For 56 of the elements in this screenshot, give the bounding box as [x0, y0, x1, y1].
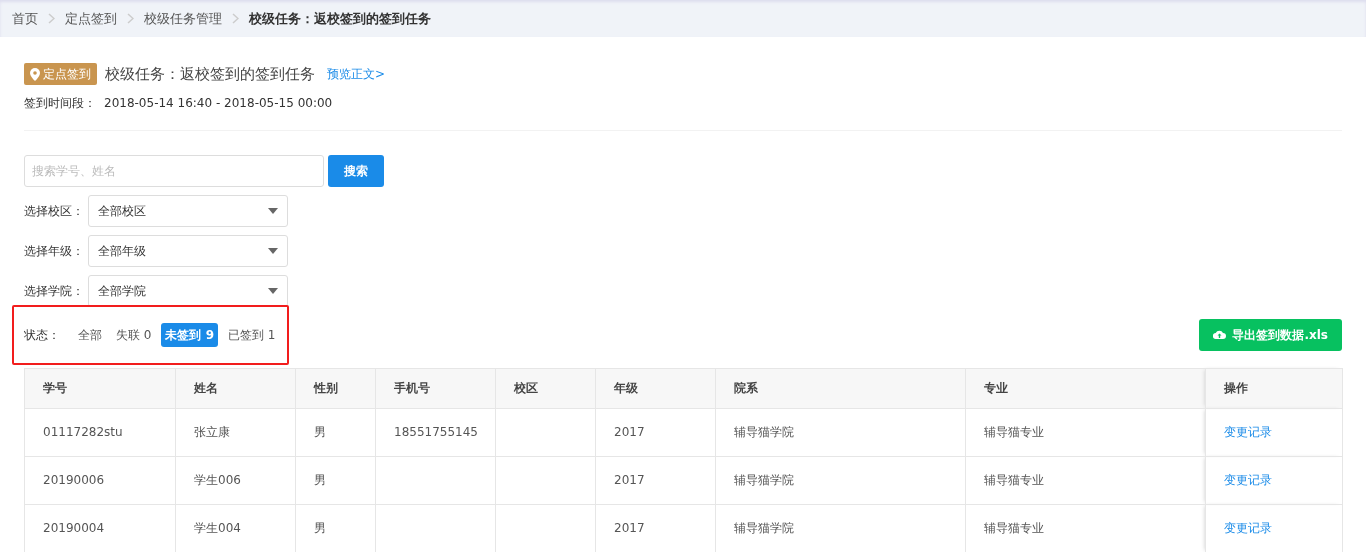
- task-type-tag: 定点签到: [24, 63, 97, 86]
- column-header: 年级: [595, 368, 716, 408]
- table-cell: 01117282stu: [24, 408, 176, 456]
- status-filter-tab[interactable]: 已签到 1: [224, 322, 280, 347]
- dropdown-caret-icon: [268, 287, 278, 294]
- filter-label: 选择年级：: [24, 242, 84, 260]
- change-log-link[interactable]: 变更记录: [1224, 425, 1272, 439]
- table-cell: 辅导猫学院: [715, 456, 966, 504]
- column-header: 姓名: [175, 368, 296, 408]
- time-value: 2018-05-14 16:40 - 2018-05-15 00:00: [104, 95, 333, 110]
- time-label: 签到时间段：: [24, 95, 96, 110]
- table-cell: 18551755145: [375, 408, 496, 456]
- status-label: 状态：: [24, 326, 60, 344]
- table-cell: 男: [295, 456, 376, 504]
- select-field[interactable]: 全部校区: [88, 194, 288, 227]
- cloud-upload-icon: [1213, 330, 1227, 339]
- column-header: 院系: [715, 368, 966, 408]
- chevron-icon: [48, 13, 55, 24]
- table-cell: 辅导猫专业: [965, 408, 1206, 456]
- change-log-link[interactable]: 变更记录: [1224, 473, 1272, 487]
- table-cell: 2017: [595, 408, 716, 456]
- table-cell: 张立康: [175, 408, 296, 456]
- status-filter-tab[interactable]: 未签到 9: [161, 322, 218, 347]
- table-cell: 男: [295, 408, 376, 456]
- table-cell: 学生006: [175, 456, 296, 504]
- chevron-icon: [127, 13, 134, 24]
- dropdown-caret-icon: [268, 247, 278, 254]
- location-pin-icon: [30, 67, 40, 81]
- status-filter-tab[interactable]: 全部: [74, 322, 106, 347]
- filter-label: 选择学院：: [24, 282, 84, 300]
- filter-label: 选择校区：: [24, 202, 84, 220]
- select-field[interactable]: 全部年级: [88, 234, 288, 267]
- column-header: 手机号: [375, 368, 496, 408]
- table-cell: 辅导猫学院: [715, 408, 966, 456]
- column-header: 校区: [495, 368, 596, 408]
- table-cell: 20190006: [24, 456, 176, 504]
- table-cell: 2017: [595, 456, 716, 504]
- preview-link[interactable]: 预览正文>: [327, 65, 386, 84]
- column-header: 专业: [965, 368, 1206, 408]
- change-log-link[interactable]: 变更记录: [1224, 521, 1272, 535]
- column-header: 性别: [295, 368, 376, 408]
- status-filter-tab[interactable]: 失联 0: [112, 322, 156, 347]
- table-cell: 20190004: [24, 504, 176, 552]
- column-header: 操作: [1205, 368, 1343, 408]
- breadcrumb-link[interactable]: 首页: [12, 8, 38, 29]
- search-button[interactable]: 搜索: [328, 154, 384, 187]
- search-field[interactable]: 搜索学号、姓名: [24, 154, 324, 187]
- breadcrumb-current: 校级任务：返校签到的签到任务: [249, 9, 431, 28]
- table-cell: 辅导猫专业: [965, 456, 1206, 504]
- task-title: 校级任务：返校签到的签到任务: [105, 64, 315, 85]
- breadcrumb-link[interactable]: 校级任务管理: [144, 8, 222, 29]
- dropdown-caret-icon: [268, 207, 278, 214]
- breadcrumb-link[interactable]: 定点签到: [65, 8, 117, 29]
- column-header: 学号: [24, 368, 176, 408]
- chevron-icon: [232, 13, 239, 24]
- select-field[interactable]: 全部学院: [88, 274, 288, 307]
